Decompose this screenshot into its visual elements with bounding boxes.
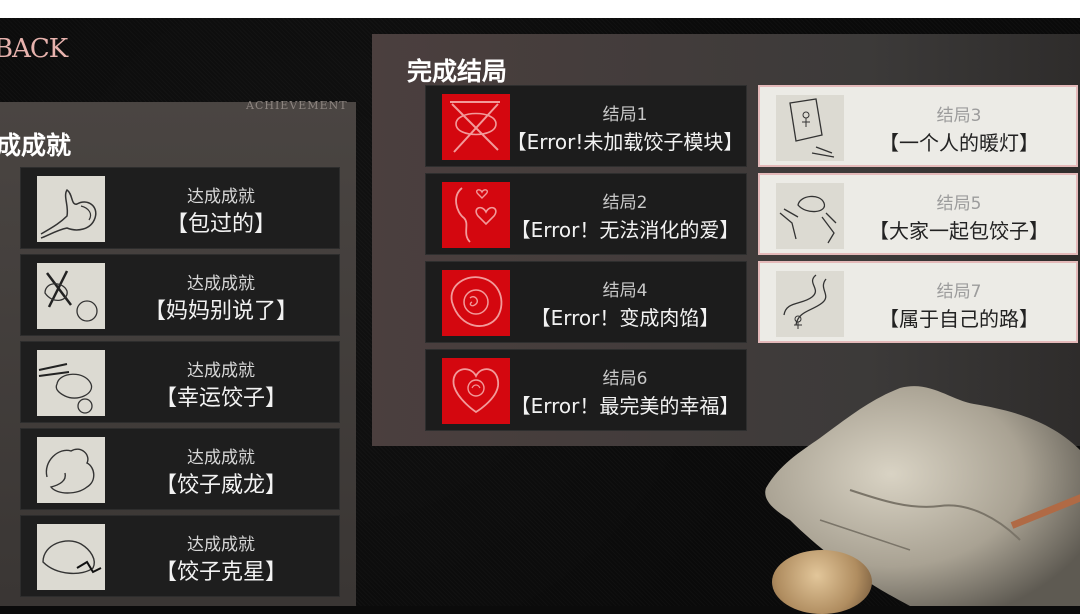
dragon-dumpling-sketch-icon xyxy=(37,437,105,503)
achievement-name: 【包过的】 xyxy=(165,212,276,237)
ending-name: 【属于自己的路】 xyxy=(879,307,1039,331)
ending-item[interactable]: 结局4 【Error！变成肉馅】 xyxy=(425,261,747,343)
achievement-name: 【饺子威龙】 xyxy=(154,473,287,498)
achievement-item[interactable]: 达成成就 【幸运饺子】 xyxy=(20,341,340,423)
dumpling-crack-sketch-icon xyxy=(37,524,105,590)
error-crossed-dumpling-icon xyxy=(442,94,510,160)
back-button[interactable]: BACK xyxy=(0,34,68,64)
ending-number: 结局5 xyxy=(936,194,982,214)
ending-number: 结局3 xyxy=(936,106,982,126)
lamp-figure-sketch-icon xyxy=(776,95,844,161)
error-meat-filling-icon xyxy=(442,270,510,336)
ending-name: 【Error！变成肉馅】 xyxy=(530,306,720,330)
ending-item[interactable]: 结局2 【Error！无法消化的爱】 xyxy=(425,173,747,255)
ending-name: 【大家一起包饺子】 xyxy=(869,219,1049,243)
hands-dumpling-sketch-icon xyxy=(776,183,844,249)
dumpling-hand-sketch-icon xyxy=(37,176,105,242)
achievements-title: 成成就 xyxy=(0,131,72,160)
crossed-dumpling-sketch-icon xyxy=(37,263,105,329)
ending-number: 结局6 xyxy=(602,369,648,389)
achievement-status: 达成成就 xyxy=(187,448,255,468)
ending-item[interactable]: 结局5 【大家一起包饺子】 xyxy=(758,173,1078,255)
achievement-name: 【妈妈别说了】 xyxy=(143,299,298,324)
ending-name: 【Error!未加载饺子模块】 xyxy=(506,130,744,154)
ending-name: 【Error！无法消化的爱】 xyxy=(510,218,740,242)
ending-number: 结局2 xyxy=(602,193,648,213)
error-hearts-icon xyxy=(442,182,510,248)
achievement-item[interactable]: 达成成就 【妈妈别说了】 xyxy=(20,254,340,336)
achievement-status: 达成成就 xyxy=(187,361,255,381)
coin-decoration xyxy=(772,550,872,614)
achievement-item[interactable]: 达成成就 【包过的】 xyxy=(20,167,340,249)
achievement-item[interactable]: 达成成就 【饺子克星】 xyxy=(20,515,340,597)
ending-number: 结局7 xyxy=(936,282,982,302)
achievement-name: 【幸运饺子】 xyxy=(154,386,287,411)
ending-item[interactable]: 结局7 【属于自己的路】 xyxy=(758,261,1078,343)
achievement-status: 达成成就 xyxy=(187,535,255,555)
chopsticks-dumpling-sketch-icon xyxy=(37,350,105,416)
ending-item[interactable]: 结局1 【Error!未加载饺子模块】 xyxy=(425,85,747,167)
ending-name: 【Error！最完美的幸福】 xyxy=(510,394,740,418)
error-heart-baby-icon xyxy=(442,358,510,424)
endings-title: 完成结局 xyxy=(407,57,508,86)
achievement-item[interactable]: 达成成就 【饺子威龙】 xyxy=(20,428,340,510)
top-white-bar xyxy=(0,0,1080,18)
ending-number: 结局4 xyxy=(602,281,648,301)
ending-item[interactable]: 结局6 【Error！最完美的幸福】 xyxy=(425,349,747,431)
achievement-status: 达成成就 xyxy=(187,274,255,294)
ending-name: 【一个人的暖灯】 xyxy=(879,131,1039,155)
achievement-status: 达成成就 xyxy=(187,187,255,207)
ending-item[interactable]: 结局3 【一个人的暖灯】 xyxy=(758,85,1078,167)
achievements-section-en-label: ACHIEVEMENT xyxy=(246,99,348,112)
path-figure-sketch-icon xyxy=(776,271,844,337)
achievement-name: 【饺子克星】 xyxy=(154,560,287,585)
ending-number: 结局1 xyxy=(602,105,648,125)
